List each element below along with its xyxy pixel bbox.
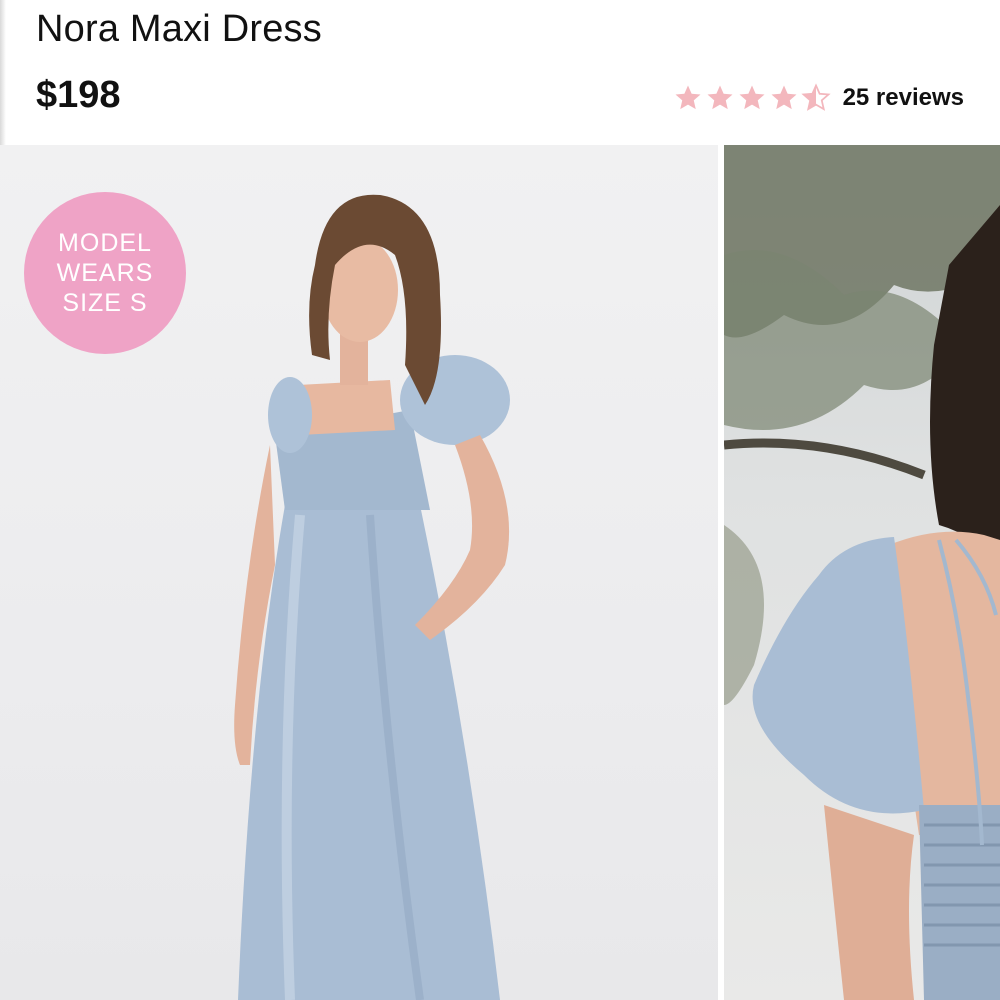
- product-title: Nora Maxi Dress: [36, 8, 322, 50]
- star-rating: [673, 83, 831, 113]
- model-size-badge: MODEL WEARS SIZE S: [24, 192, 186, 354]
- product-price: $198: [36, 74, 121, 116]
- star-icon: [739, 85, 765, 110]
- product-photo-main[interactable]: MODEL WEARS SIZE S: [0, 145, 718, 1000]
- rating-summary[interactable]: 25 reviews: [673, 80, 964, 116]
- model-back-illustration: [724, 145, 1000, 1000]
- star-icon: [707, 85, 733, 110]
- reviews-link[interactable]: 25 reviews: [843, 84, 964, 112]
- star-icon: [675, 85, 701, 110]
- product-gallery[interactable]: MODEL WEARS SIZE S: [0, 145, 1000, 1000]
- half-star-icon: [800, 83, 831, 111]
- model-size-text: MODEL WEARS SIZE S: [56, 229, 154, 317]
- star-icon: [771, 85, 797, 110]
- product-header: Nora Maxi Dress $198 25 reviews: [0, 0, 1000, 145]
- product-photo-back[interactable]: [724, 145, 1000, 1000]
